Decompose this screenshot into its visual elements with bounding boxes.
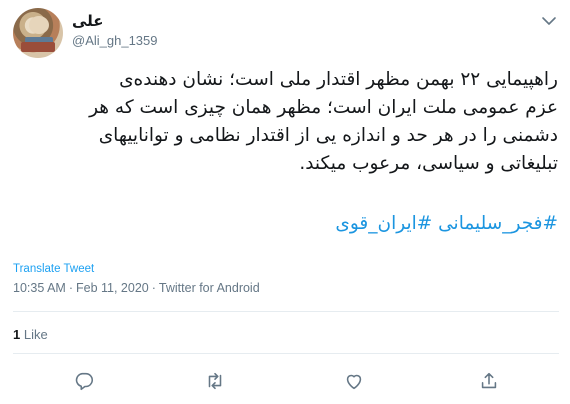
likes-count[interactable]: 1 Like [13, 327, 48, 342]
hashtag-link[interactable]: #ایران_قوی [335, 213, 432, 234]
tweet-text-line: دشمنی را در هر حد و اندازه یی از اقتدار … [98, 125, 558, 146]
tweet-text-line: تبلیغاتی و سیاسی، مرعوب میکند. [299, 153, 558, 174]
retweet-icon[interactable] [204, 370, 226, 392]
tweet-text: راهپیمایی ۲۲ بهمن مظهر اقتدار ملی است؛ ن… [10, 66, 558, 178]
author-handle[interactable]: @Ali_gh_1359 [72, 33, 157, 48]
reply-icon[interactable] [73, 370, 95, 392]
hashtag-link[interactable]: #فجر_سلیمانی [438, 213, 558, 234]
avatar[interactable] [13, 8, 63, 58]
tweet-metadata: 10:35 AM · Feb 11, 2020 · Twitter for Androi… [13, 281, 260, 295]
heart-icon[interactable] [343, 370, 365, 392]
separator: · [68, 281, 73, 295]
likes-label: Like [23, 327, 48, 342]
share-icon[interactable] [478, 370, 500, 392]
tweet-time[interactable]: 10:35 AM [13, 281, 66, 295]
tweet-card: علی @Ali_gh_1359 راهپیمایی ۲۲ بهمن مظهر … [0, 0, 570, 404]
author-name[interactable]: علی [72, 12, 104, 30]
separator: · [151, 281, 156, 295]
avatar-book [21, 42, 55, 52]
tweet-date[interactable]: Feb 11, 2020 [76, 281, 149, 295]
tweet-source[interactable]: Twitter for Android [159, 281, 260, 295]
avatar-teddy-bear [29, 16, 49, 34]
chevron-down-icon[interactable] [540, 12, 558, 30]
likes-number: 1 [13, 327, 21, 342]
tweet-text-line: راهپیمایی ۲۲ بهمن مظهر اقتدار ملی است؛ ن… [119, 69, 558, 90]
translate-tweet-link[interactable]: Translate Tweet [13, 263, 94, 275]
tweet-text-line: عزم عمومی ملت ایران است؛ مظهر همان چیزی … [89, 97, 558, 118]
hashtag-row: #فجر_سلیمانی #ایران_قوی [335, 213, 558, 234]
divider [13, 311, 559, 312]
divider [13, 353, 559, 354]
